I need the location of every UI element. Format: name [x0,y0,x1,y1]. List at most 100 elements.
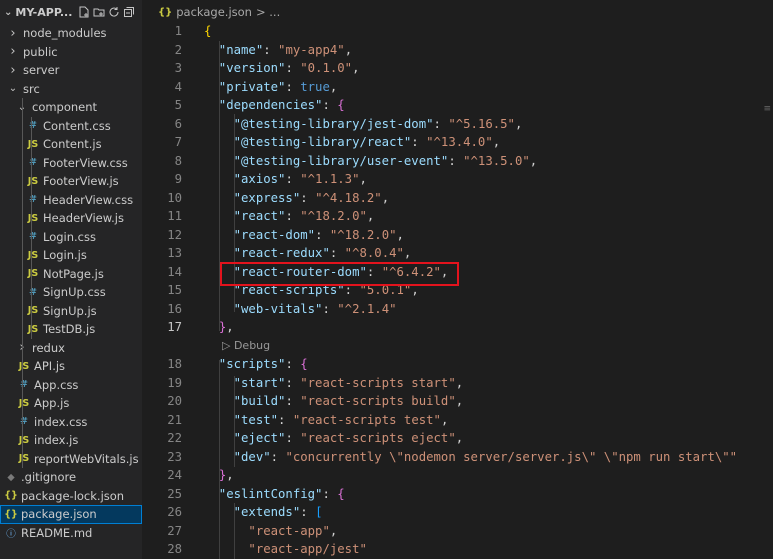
new-file-icon[interactable] [78,6,90,18]
code-token: true [300,79,330,94]
tree-item-redux[interactable]: ›redux [0,338,142,357]
code-line[interactable]: 27 "react-app", [142,522,773,541]
tree-item-footerview-css[interactable]: # FooterView.css [0,153,142,172]
code-line[interactable]: 16 "web-vitals": "^2.1.4" [142,300,773,319]
code-line[interactable]: 22 "eject": "react-scripts eject", [142,429,773,448]
tree-indent-guide [31,264,32,283]
tree-item-app-css[interactable]: # App.css [0,375,142,394]
code-token: , [492,135,501,150]
code-token: "^18.2.0" [300,209,367,224]
tree-item-label: SignUp.css [43,285,106,300]
json-file-icon: {} [4,508,18,520]
line-content: "build": "react-scripts build", [204,394,464,409]
line-content: "express": "^4.18.2", [204,191,390,205]
code-line[interactable]: 3 "version": "0.1.0", [142,59,773,78]
tree-item-package-json[interactable]: {} package.json [0,505,142,524]
code-token: "^5.16.5" [448,116,515,131]
chevron-right-icon[interactable]: › [8,63,18,78]
tree-item-api-js[interactable]: JS API.js [0,357,142,376]
tree-item-content-js[interactable]: JS Content.js [0,135,142,154]
tree-item-signup-js[interactable]: JS SignUp.js [0,301,142,320]
line-content: "react-app/jest" [204,542,366,556]
code-line[interactable]: 8 "@testing-library/user-event": "^13.5.… [142,152,773,171]
code-line[interactable]: 13 "react-redux": "^8.0.4", [142,244,773,263]
code-line[interactable]: 23 "dev": "concurrently \"nodemon server… [142,448,773,467]
tree-item-login-css[interactable]: # Login.css [0,227,142,246]
code-token: "@testing-library/react" [204,135,412,150]
tree-item-node-modules[interactable]: › node_modules [0,24,142,43]
code-line[interactable]: 24 }, [142,466,773,485]
code-line[interactable]: 21 "test": "react-scripts test", [142,411,773,430]
indent-guide [234,376,235,467]
tree-item-package-lock-json[interactable]: {} package-lock.json [0,487,142,506]
tree-item-login-js[interactable]: JS Login.js [0,246,142,265]
code-line[interactable]: 18 "scripts": { [142,355,773,374]
css-file-icon: # [29,157,37,169]
explorer-title[interactable]: MY-APP... [15,6,72,19]
file-tree: › node_modules › public › server ⌄ src ⌄componen… [0,24,142,542]
code-line[interactable]: 11 "react": "^18.2.0", [142,207,773,226]
tree-item-component[interactable]: ⌄component [0,98,142,117]
code-token: "react-scripts start" [300,375,456,390]
breadcrumb: {} package.json > ... [142,0,773,24]
chevron-right-icon[interactable]: › [8,44,18,59]
tree-item-notpage-js[interactable]: JS NotPage.js [0,264,142,283]
line-content: "@testing-library/user-event": "^13.5.0"… [204,154,538,168]
code-token: , [344,42,353,57]
code-line[interactable]: 26 "extends": [ [142,503,773,522]
tree-item-footerview-js[interactable]: JS FooterView.js [0,172,142,191]
code-line[interactable]: 2 "name": "my-app4", [142,41,773,60]
code-line[interactable]: 1{ [142,22,773,41]
tree-item-server[interactable]: › server [0,61,142,80]
code-token: "web-vitals" [204,301,323,316]
new-folder-icon[interactable] [93,6,105,18]
tree-indent-guide [31,320,32,339]
code-line[interactable]: 5 "dependencies": { [142,96,773,115]
code-token: "react-scripts build" [300,394,456,409]
code-line[interactable]: 25 "eslintConfig": { [142,485,773,504]
code-line[interactable]: 6 "@testing-library/jest-dom": "^5.16.5"… [142,115,773,134]
tree-item-app-js[interactable]: JS App.js [0,394,142,413]
line-content: "name": "my-app4", [204,43,352,57]
line-number: 28 [167,542,182,557]
tree-indent-guide [31,153,32,172]
tree-item-index-js[interactable]: JS index.js [0,431,142,450]
tree-item-src[interactable]: ⌄ src [0,80,142,99]
code-line[interactable]: 9 "axios": "^1.1.3", [142,170,773,189]
tree-item-public[interactable]: › public [0,43,142,62]
code-area[interactable]: 1{2 "name": "my-app4", 3 "version": "0.1.… [142,22,773,559]
code-line[interactable]: 19 "start": "react-scripts start", [142,374,773,393]
collapse-all-icon[interactable] [123,6,135,18]
tree-item-testdb-js[interactable]: JS TestDB.js [0,320,142,339]
breadcrumb-file[interactable]: package.json [176,5,252,19]
explorer-header: ⌄ MY-APP... [0,0,142,24]
tree-item-gitignore[interactable]: ◆ .gitignore [0,468,142,487]
chevron-right-icon[interactable]: › [8,26,18,41]
code-token: : [285,375,301,390]
tree-indent-guide [22,116,23,135]
code-line[interactable]: 28 "react-app/jest" [142,540,773,559]
line-content: "@testing-library/react": "^13.4.0", [204,135,501,150]
refresh-icon[interactable] [108,6,120,18]
tree-item-signup-css[interactable]: # SignUp.css [0,283,142,302]
tree-item-index-css[interactable]: # index.css [0,412,142,431]
info-icon: ⓘ [6,528,16,540]
tree-item-headerview-js[interactable]: JS HeaderView.js [0,209,142,228]
tree-item-content-css[interactable]: # Content.css [0,116,142,135]
js-file-icon: JS [27,175,39,187]
code-line[interactable]: 20 "build": "react-scripts build", [142,392,773,411]
tree-item-reportwebvitals-js[interactable]: JS reportWebVitals.js [0,449,142,468]
code-line[interactable]: 12 "react-dom": "^18.2.0", [142,226,773,245]
code-line[interactable]: 10 "express": "^4.18.2", [142,189,773,208]
overview-ruler-icon[interactable]: ≡ [763,104,771,114]
code-line[interactable]: 4 "private": true, [142,78,773,97]
tree-item-readme-md[interactable]: ⓘ README.md [0,524,142,543]
code-line[interactable]: 17 }, [142,318,773,337]
tree-item-headerview-css[interactable]: # HeaderView.css [0,190,142,209]
breadcrumb-more[interactable]: > ... [256,5,280,19]
debug-codelens[interactable]: ▷ Debug [142,337,773,356]
code-line[interactable]: 7 "@testing-library/react": "^13.4.0", [142,133,773,152]
chevron-down-icon[interactable]: ⌄ [4,7,12,18]
tree-indent-guide [22,320,23,339]
chevron-down-icon[interactable]: ⌄ [8,83,18,94]
